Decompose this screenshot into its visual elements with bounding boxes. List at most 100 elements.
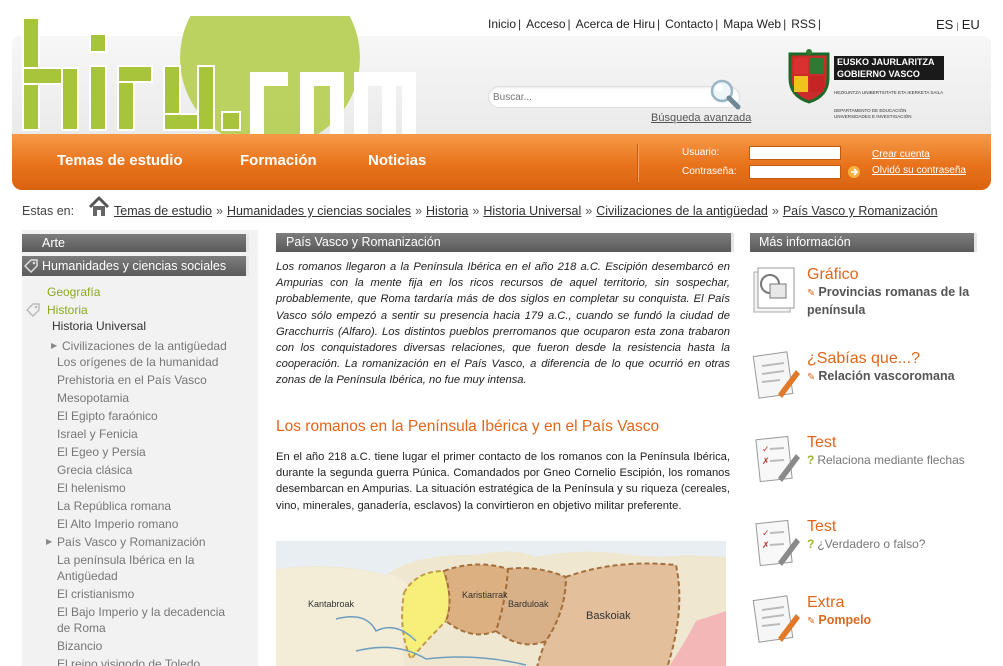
sidebar-item-civilizaciones[interactable]: Civilizaciones de la antigüedad — [62, 338, 227, 354]
resource-desc-text: Relación vascoromana — [818, 369, 955, 383]
breadcrumb-humanidades[interactable]: Humanidades y ciencias sociales — [227, 204, 411, 218]
sidebar-sub-item[interactable]: El cristianismo — [57, 586, 134, 602]
logo-graphic — [22, 0, 416, 148]
sidebar-item-historia-universal[interactable]: Historia Universal — [52, 318, 146, 334]
breadcrumb-separator: » — [771, 204, 779, 218]
sidebar-item[interactable]: Grecia clásica — [57, 462, 132, 478]
username-field[interactable] — [749, 146, 841, 160]
note-icon — [752, 351, 800, 399]
resource-sabias-que[interactable]: ¿Sabías que...? ✎ Relación vascoromana — [750, 350, 982, 420]
nav-divider — [637, 144, 639, 182]
password-field[interactable] — [749, 165, 841, 179]
more-info-heading: Más información — [750, 233, 977, 252]
gobierno-vasco-logo[interactable]: EUSKO JAURLARITZA GOBIERNO VASCO HEZKUNT… — [782, 46, 950, 126]
breadcrumb: Estas en: Temas de estudio » Humanidades y… — [22, 196, 982, 222]
forgot-password-link[interactable]: Olvidó su contraseña — [872, 165, 966, 176]
gov-line-1: EUSKO JAURLARITZA — [834, 56, 944, 68]
breadcrumb-civilizaciones[interactable]: Civilizaciones de la antigüedad — [596, 204, 768, 218]
resource-desc-text: Relaciona mediante flechas — [817, 453, 965, 467]
sidebar-humanidades[interactable]: Humanidades y ciencias sociales — [22, 256, 249, 276]
advanced-search-link[interactable]: Búsqueda avanzada — [651, 112, 751, 124]
pin-icon: ✎ — [807, 616, 816, 627]
nav-noticias[interactable]: Noticias — [368, 152, 426, 169]
resource-type: ¿Sabías que...? — [807, 350, 920, 367]
sidebar-item[interactable]: Prehistoria en el País Vasco — [57, 372, 207, 388]
sidebar-arte[interactable]: Arte — [22, 234, 249, 252]
svg-text:✗: ✗ — [762, 540, 770, 550]
resource-type: Test — [807, 518, 837, 535]
nav-formacion[interactable]: Formación — [240, 152, 317, 169]
create-account-link[interactable]: Crear cuenta — [872, 149, 930, 160]
site-logo[interactable] — [18, 0, 418, 148]
resource-extra[interactable]: Extra ✎ Pompelo — [750, 594, 982, 664]
login-arrow-icon[interactable] — [848, 166, 860, 178]
breadcrumb-temas[interactable]: Temas de estudio — [114, 204, 212, 218]
top-nav-inicio[interactable]: Inicio — [488, 17, 516, 31]
sidebar-item-current[interactable]: País Vasco y Romanización — [57, 534, 206, 550]
resource-type: Extra — [807, 594, 845, 611]
map-graphic: Kantabroak Karistiarrak Barduloak Baskoi… — [276, 541, 726, 666]
sidebar-item[interactable]: Mesopotamia — [57, 390, 129, 406]
resource-grafico[interactable]: Gráfico ✎ Provincias romanas de la peníns… — [750, 266, 982, 336]
top-nav-acceso[interactable]: Acceso — [526, 17, 565, 31]
sidebar-sub-item[interactable]: Antigüedad — [57, 568, 118, 584]
resource-test-verdadero-falso[interactable]: ✓ ✗ Test ? ¿Verdadero o falso? — [750, 518, 982, 588]
resource-desc-text: ¿Verdadero o falso? — [817, 537, 926, 551]
sidebar-item-historia[interactable]: Historia — [47, 302, 88, 318]
map-label-karistiarrak: Karistiarrak — [462, 590, 508, 600]
sidebar-sub-item[interactable]: Bizancio — [57, 638, 102, 654]
lang-eu[interactable]: EU — [962, 17, 980, 32]
top-nav-rss[interactable]: RSS — [791, 17, 816, 31]
resource-desc-text: Provincias romanas de la península — [807, 285, 970, 317]
breadcrumb-pais-vasco[interactable]: País Vasco y Romanización — [783, 204, 938, 218]
breadcrumb-separator: » — [415, 204, 423, 218]
sidebar-item[interactable]: Israel y Fenicia — [57, 426, 138, 442]
roman-peoples-map[interactable]: Kantabroak Karistiarrak Barduloak Baskoi… — [276, 541, 726, 666]
sidebar-item[interactable]: El Alto Imperio romano — [57, 516, 178, 532]
breadcrumb-historia[interactable]: Historia — [426, 204, 468, 218]
top-nav-separator: | — [783, 17, 787, 31]
sidebar-item[interactable]: El Egeo y Persia — [57, 444, 146, 460]
breadcrumb-trail: Temas de estudio » Humanidades y ciencias … — [114, 204, 938, 218]
search-input[interactable] — [493, 90, 703, 105]
page-title: País Vasco y Romanización — [276, 233, 734, 252]
top-nav: Inicio | Acceso | Acerca de Hiru | Contacto… — [488, 17, 826, 31]
sidebar-sub-item[interactable]: La península Ibérica en la — [57, 552, 194, 568]
top-nav-acerca[interactable]: Acerca de Hiru — [576, 17, 655, 31]
pin-icon: ✎ — [807, 288, 816, 299]
lang-es[interactable]: ES — [936, 17, 953, 32]
test-icon: ✓ ✗ — [755, 519, 800, 567]
resource-test-flechas[interactable]: ✓ ✗ Test ? Relaciona mediante flechas — [750, 434, 982, 504]
search-icon[interactable] — [708, 78, 742, 110]
gov-line-3: HEZKUNTZA UNIBERTSITATE ETA IKERKETA SAI… — [834, 90, 944, 95]
top-nav-separator: | — [657, 17, 661, 31]
pin-icon: ✎ — [807, 372, 816, 383]
sidebar-sub-item[interactable]: El Bajo Imperio y la decadencia — [57, 604, 225, 620]
sidebar-item-geografia[interactable]: Geografía — [47, 284, 100, 300]
coat-of-arms-icon — [788, 49, 830, 104]
test-icon: ✓ ✗ — [755, 435, 800, 483]
sidebar-sub-item[interactable]: de Roma — [57, 620, 106, 636]
right-sidebar: Más información Gráfico ✎ Provincias roma… — [750, 230, 982, 666]
nav-temas-de-estudio[interactable]: Temas de estudio — [57, 152, 183, 169]
resource-desc: ✎ Provincias romanas de la península — [807, 284, 977, 318]
sidebar-sub-item[interactable]: El reino visigodo de Toledo — [57, 656, 200, 666]
sidebar-item[interactable]: Los orígenes de la humanidad — [57, 354, 218, 370]
tag-icon — [24, 259, 38, 273]
top-nav-mapa-web[interactable]: Mapa Web — [723, 17, 781, 31]
sidebar-item[interactable]: El Egipto faraónico — [57, 408, 158, 424]
lang-separator: | — [956, 21, 959, 31]
svg-text:✓: ✓ — [762, 444, 770, 454]
password-label: Contraseña: — [682, 166, 737, 177]
search-box — [488, 86, 740, 108]
question-icon: ? — [807, 537, 815, 551]
sidebar-item[interactable]: La República romana — [57, 498, 171, 514]
top-nav-contacto[interactable]: Contacto — [665, 17, 713, 31]
breadcrumb-label: Estas en: — [22, 204, 75, 218]
main-nav-bar: Temas de estudio Formación Noticias Usua… — [12, 134, 991, 190]
breadcrumb-historia-universal[interactable]: Historia Universal — [483, 204, 581, 218]
sidebar-item[interactable]: El helenismo — [57, 480, 126, 496]
map-label-barduloak: Barduloak — [508, 599, 549, 609]
home-icon[interactable] — [88, 196, 110, 218]
breadcrumb-separator: » — [472, 204, 480, 218]
